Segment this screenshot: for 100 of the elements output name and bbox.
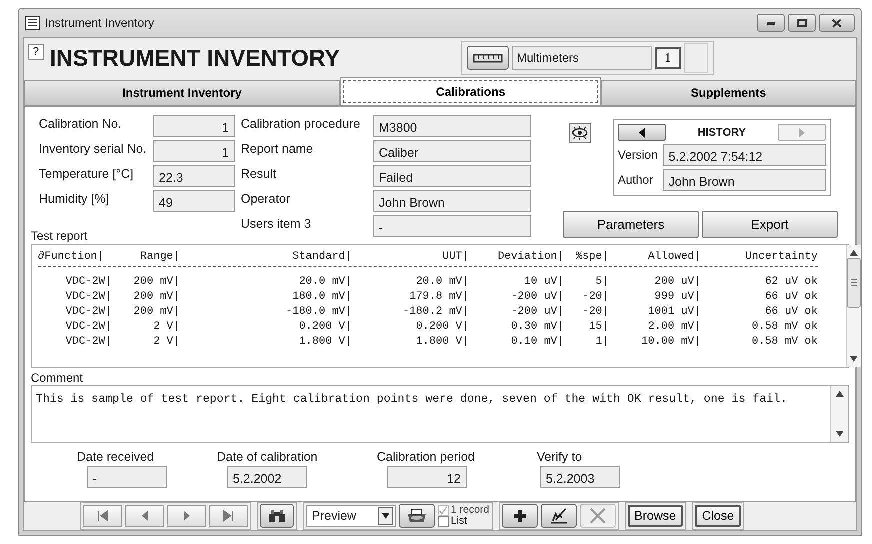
table-cell-text: 2 V| bbox=[152, 336, 180, 350]
table-cell-text: 0.200 V| bbox=[298, 321, 352, 335]
table-cell-text: VDC-2W| bbox=[64, 336, 112, 350]
input-field[interactable]: - bbox=[373, 215, 531, 237]
version-field: 5.2.2002 7:54:12 bbox=[662, 144, 826, 166]
right-arrow-icon bbox=[222, 510, 234, 522]
window-icon bbox=[25, 16, 40, 30]
field-label: Date received bbox=[77, 450, 154, 464]
column-header: UUT| bbox=[442, 251, 469, 265]
up-arrow-icon bbox=[836, 389, 844, 399]
table-cell-text: 2.00 mV| bbox=[647, 321, 701, 335]
table-cell-text: 200 mV| bbox=[132, 291, 180, 305]
action-button[interactable]: Export bbox=[702, 211, 838, 238]
table-cell-text: 66 uV ok bbox=[764, 306, 818, 320]
table-cell-text: 999 uV| bbox=[654, 291, 701, 305]
date-field[interactable]: 12 bbox=[387, 466, 467, 488]
checkbox-label: 1 record bbox=[451, 505, 490, 516]
pen-icon bbox=[550, 508, 568, 524]
table-cell-text: 200 uV| bbox=[654, 276, 701, 290]
maximize-icon bbox=[797, 19, 807, 27]
table-cell-text: 200 mV| bbox=[132, 306, 180, 320]
table-cell-text: 0.10 mV| bbox=[510, 336, 564, 350]
previous-button[interactable] bbox=[618, 124, 666, 141]
down-arrow-icon bbox=[850, 354, 858, 364]
table-cell-text: 10.00 mV| bbox=[640, 336, 701, 350]
table-cell-text: VDC-2W| bbox=[64, 321, 112, 335]
check-icon bbox=[439, 506, 448, 515]
table-cell-text: 5| bbox=[594, 276, 609, 290]
table-cell-text: VDC-2W| bbox=[64, 276, 112, 290]
table-cell-text: 1| bbox=[594, 336, 609, 350]
table-cell-text: -20| bbox=[582, 291, 609, 305]
field-label: Verify to bbox=[537, 450, 582, 464]
column-header: %spe| bbox=[574, 251, 609, 265]
table-cell-text: 0.58 mV ok bbox=[750, 321, 818, 335]
preview-select[interactable]: Preview bbox=[306, 505, 396, 527]
table-cell-text: 2 V| bbox=[152, 321, 180, 335]
action-button[interactable]: Parameters bbox=[563, 211, 699, 238]
field-label: Operator bbox=[241, 191, 292, 208]
date-field[interactable]: - bbox=[87, 466, 167, 488]
ruler-icon bbox=[473, 52, 503, 64]
table-cell-text: -20| bbox=[582, 306, 609, 320]
input-field[interactable]: 49 bbox=[153, 190, 235, 212]
caret-icon bbox=[382, 511, 390, 521]
cross-icon bbox=[590, 508, 606, 524]
input-field[interactable]: Failed bbox=[373, 165, 531, 187]
table-cell-text: 1001 uV| bbox=[647, 306, 701, 320]
comment-field[interactable]: This is sample of test report. Eight calibration points were done, seven of the with OK result, one is fail. bbox=[31, 385, 849, 443]
dialog-button[interactable]: Close bbox=[695, 505, 742, 527]
input-field[interactable]: Caliber bbox=[373, 140, 531, 162]
print-button[interactable] bbox=[399, 504, 435, 528]
minimize-button[interactable] bbox=[757, 14, 785, 32]
column-header: Deviation| bbox=[496, 251, 564, 265]
date-field[interactable]: 5.2.2002 bbox=[227, 466, 307, 488]
input-field[interactable]: M3800 bbox=[373, 115, 531, 137]
close-button[interactable] bbox=[819, 14, 855, 32]
field-label: Calibration procedure bbox=[241, 116, 362, 133]
next-button[interactable] bbox=[167, 505, 206, 527]
table-cell-text: 0.58 mV ok bbox=[750, 336, 818, 350]
column-header: Standard| bbox=[292, 251, 352, 265]
input-field[interactable]: 1 bbox=[153, 115, 235, 137]
section-label: Test report bbox=[31, 229, 89, 242]
author-field: John Brown bbox=[662, 169, 826, 191]
add-button[interactable] bbox=[502, 504, 538, 528]
tab[interactable]: Instrument Inventory bbox=[24, 80, 340, 106]
maximize-button[interactable] bbox=[788, 14, 816, 32]
edit-button[interactable] bbox=[540, 504, 577, 528]
input-field[interactable]: 22.3 bbox=[153, 165, 235, 187]
table-cell-text: 0.200 V| bbox=[415, 321, 469, 335]
table-cell-text: VDC-2W| bbox=[64, 291, 112, 305]
column-header: Uncertainty bbox=[744, 251, 818, 265]
table-cell-text: 1.800 V| bbox=[415, 336, 469, 350]
last-button[interactable] bbox=[209, 505, 248, 527]
input-field[interactable]: John Brown bbox=[373, 190, 531, 212]
table-cell-text: 62 uV ok bbox=[764, 276, 818, 290]
date-field[interactable]: 5.2.2003 bbox=[540, 466, 620, 488]
eye-button[interactable] bbox=[569, 123, 591, 143]
table-cell-text: 179.8 mV| bbox=[408, 291, 469, 305]
field-label: Calibration No. bbox=[39, 116, 123, 133]
input-field[interactable]: 1 bbox=[153, 140, 235, 162]
close-icon bbox=[832, 18, 842, 28]
comment-text: This is sample of test report. Eight calibration points were done, seven of the with OK result, one is fail. bbox=[35, 392, 788, 408]
empty-field bbox=[684, 43, 708, 73]
minimize-icon bbox=[767, 22, 775, 24]
help-button[interactable]: ? bbox=[28, 44, 44, 60]
history-title: HISTORY bbox=[698, 126, 746, 138]
first-button[interactable] bbox=[83, 505, 122, 527]
ruler-button[interactable] bbox=[467, 46, 509, 70]
table-cell-text: -180.0 mV| bbox=[284, 306, 352, 320]
window-title: Instrument Inventory bbox=[45, 16, 156, 30]
category-field: Multimeters bbox=[512, 46, 652, 70]
count-button[interactable]: 1 bbox=[655, 47, 681, 69]
checkbox[interactable] bbox=[438, 516, 449, 527]
table-cell-text: 20.0 mV| bbox=[415, 276, 469, 290]
table-cell-text: 1.800 V| bbox=[298, 336, 352, 350]
field-label: Inventory serial No. bbox=[39, 141, 148, 158]
printer-icon bbox=[406, 509, 428, 523]
tab[interactable]: Calibrations bbox=[340, 77, 602, 106]
tab[interactable]: Supplements bbox=[601, 80, 856, 106]
dialog-button[interactable]: Browse bbox=[628, 505, 684, 527]
field-label: Report name bbox=[241, 141, 314, 158]
